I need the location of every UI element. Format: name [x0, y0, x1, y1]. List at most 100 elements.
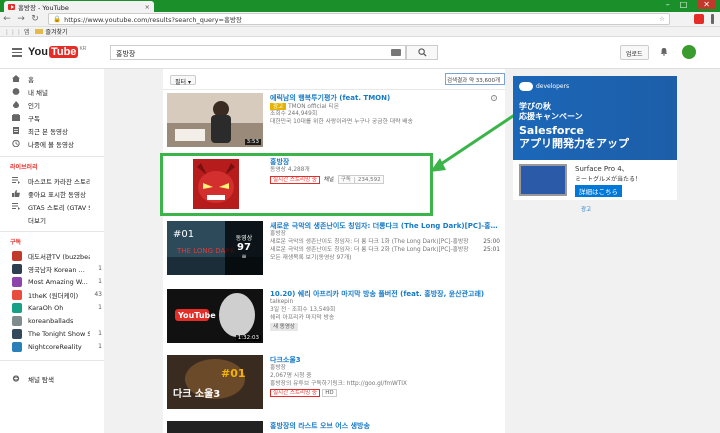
sidebar-item-my-channel[interactable]: 내 채널 — [12, 86, 102, 97]
channel-avatar — [12, 289, 22, 300]
video-meta: 다크소울3 홍방장 2,067명 시청 중 홍방장의 유투브 구독하기링크: h… — [270, 355, 500, 397]
sidebar-item-trending[interactable]: 인기 — [12, 99, 102, 110]
sidebar-subscription[interactable]: The Tonight Show Sta... 1 — [12, 328, 102, 339]
subscriptions-heading: 구독 — [10, 239, 22, 246]
sidebar-browse-channels[interactable]: 채널 탐색 — [12, 373, 102, 384]
url-input[interactable]: 🔒 https://www.youtube.com/results?search… — [48, 13, 670, 25]
results-divider — [163, 89, 505, 90]
bell-icon[interactable] — [660, 47, 668, 56]
sidebar-show-more[interactable]: 더보기 — [12, 214, 102, 225]
fire-icon — [13, 101, 19, 108]
sidebar-divider — [0, 231, 104, 232]
ad-info-icon[interactable]: i — [491, 95, 497, 101]
sidebar-item-home[interactable]: 홈 — [12, 73, 102, 84]
channel-name: The Tonight Show Sta... — [28, 329, 90, 338]
sidebar-item-label: 내 채널 — [28, 88, 49, 97]
video-thumbnail[interactable]: YouTube 1:32:03 — [167, 289, 263, 343]
chrome-menu-icon[interactable] — [711, 14, 714, 24]
search-input[interactable]: 홍방장 — [110, 45, 406, 60]
close-window-button[interactable]: ✕ — [697, 0, 716, 9]
browser-tab[interactable]: 홍방장 - YouTube × — [4, 1, 154, 12]
filter-button[interactable]: 필터 ▾ — [170, 75, 196, 86]
svg-text:다크 소울3: 다크 소울3 — [173, 387, 220, 400]
playlist-meta: 새로운 극악의 생존난이도 칭임자: 더롱다크 (The Long Dark)[… — [270, 221, 500, 262]
channel-name[interactable]: 홍방장 — [270, 364, 500, 372]
channel-name[interactable]: talkepin — [270, 298, 500, 306]
sidebar-divider — [0, 360, 104, 361]
video-duration: 1:32:03 — [235, 335, 261, 341]
sidebar-item-subscriptions[interactable]: 구독 — [12, 112, 102, 123]
maximize-button[interactable]: □ — [680, 0, 688, 9]
channel-line: 광고 TMON official 티몬 — [270, 102, 500, 110]
sidebar-advertisement[interactable]: developers 学びの秋 応援キャンペーン Salesforce アプリ開発力… — [513, 76, 677, 200]
result-item-video: 홍방장의 라스트 오브 어스 생방송 — [167, 421, 501, 433]
salesforce-logo-icon — [519, 82, 533, 91]
video-title[interactable]: 10.20) 쉐리 아프리카 마지막 방송 풀버전 (feat. 홍방장, 윤산… — [270, 289, 500, 298]
video-title[interactable]: 홍방장의 라스트 오브 어스 생방송 — [270, 421, 500, 430]
live-badge: 실시간 스트리밍 중 — [270, 389, 320, 397]
apps-shortcut[interactable]: ⋮⋮⋮ 앱 — [4, 27, 29, 36]
channel-name: 영국남자 Korean ... — [28, 265, 85, 274]
channel-name[interactable]: 홍방장 — [270, 230, 500, 238]
sidebar-subscription[interactable]: NightcoreReality 1 — [12, 341, 102, 352]
tab-close-icon[interactable]: × — [145, 3, 150, 11]
video-title[interactable]: 에릭남의 행복투기평가 (feat. TMON) — [270, 93, 500, 102]
account-avatar[interactable] — [682, 45, 696, 59]
back-arrow-icon[interactable]: ← — [0, 14, 14, 24]
sidebar-subscription[interactable]: 대도서관TV (buzzbea... — [12, 250, 102, 261]
bookmark-folder[interactable]: 즐겨찾기 — [45, 27, 67, 36]
ad-surface-subtitle: ミートグルメが当たる！ — [575, 176, 642, 183]
view-count: 3일 전 · 조회수 13,549회 — [270, 307, 336, 313]
subscriptions-icon — [12, 114, 20, 121]
bookmark-star-icon[interactable]: ☆ — [659, 15, 665, 23]
playlist-thumbnail[interactable]: #01 THE LONG DARK 동영상 97 ≡ — [167, 221, 263, 275]
ad-line: 学びの秋 — [519, 102, 551, 111]
channel-name: Most Amazing W... — [28, 277, 88, 286]
sidebar-item-liked[interactable]: 좋아요 표시한 동영상 — [12, 188, 102, 199]
browser-titlebar: 홍방장 - YouTube × – □ ✕ — [0, 0, 720, 12]
search-button[interactable] — [406, 45, 438, 60]
playlist-icon — [12, 203, 20, 210]
ad-details-button[interactable]: 詳細はこちら — [575, 185, 622, 197]
page-scrollbar[interactable] — [712, 69, 720, 433]
playlist-title[interactable]: 새로운 극악의 생존난이도 칭임자: 더롱다크 (The Long Dark)[… — [270, 221, 500, 230]
new-count: 1 — [98, 304, 102, 311]
keyboard-icon[interactable] — [391, 49, 401, 56]
reload-icon[interactable]: ↻ — [28, 14, 42, 24]
upload-button[interactable]: 업로드 — [620, 45, 649, 60]
ad-line: アプリ開発力をアップ — [519, 137, 629, 150]
new-count: 1 — [98, 330, 102, 337]
window-controls: – □ ✕ — [666, 0, 716, 9]
sidebar-subscription[interactable]: 1theK (원더케이) 43 — [12, 289, 102, 300]
new-video-badge: 새 동영상 — [270, 323, 298, 331]
extension-icons — [694, 14, 714, 24]
sidebar-item-watch-later[interactable]: 나중에 볼 동영상 — [12, 138, 102, 149]
logo-you: You — [28, 46, 48, 58]
svg-text:#01: #01 — [173, 229, 194, 240]
result-item-playlist: #01 THE LONG DARK 동영상 97 ≡ 새로운 극악의 생존난이도 … — [167, 221, 501, 279]
view-full-playlist[interactable]: 모든 재생목록 보기(동영상 97개) — [270, 254, 500, 262]
sidebar-item-playlist[interactable]: 마스코트 카라잔 스토리 — [12, 175, 102, 186]
channel-avatar — [12, 341, 22, 352]
video-title[interactable]: 다크소울3 — [270, 355, 500, 364]
ad-title: Salesforce アプリ開発力をアップ — [519, 124, 629, 150]
forward-arrow-icon[interactable]: → — [14, 14, 28, 24]
video-thumbnail[interactable]: #01 다크 소울3 — [167, 355, 263, 409]
youtube-logo[interactable]: You Tube KR — [28, 46, 86, 58]
sidebar-item-history[interactable]: 최근 본 동영상 — [12, 125, 102, 136]
channel-avatar — [12, 328, 22, 339]
video-thumbnail[interactable] — [167, 421, 263, 433]
sidebar-subscription[interactable]: KaraOh Oh 1 — [12, 302, 102, 313]
ad-line: Salesforce — [519, 124, 584, 137]
sidebar-subscription[interactable]: koreanballads — [12, 315, 102, 326]
minimize-button[interactable]: – — [666, 0, 670, 9]
sidebar-item-playlist[interactable]: GTA5 스토리 (GTAV St... — [12, 201, 102, 212]
extension-icon[interactable] — [694, 14, 704, 24]
sidebar-item-label: 최근 본 동영상 — [28, 127, 69, 136]
menu-icon[interactable] — [12, 48, 22, 59]
sidebar-subscription[interactable]: Most Amazing W... 1 — [12, 276, 102, 287]
sidebar-subscription[interactable]: 영국남자 Korean ... 1 — [12, 263, 102, 274]
user-icon — [12, 88, 20, 95]
video-thumbnail[interactable]: 3:53 — [167, 93, 263, 147]
hd-badge: HD — [322, 389, 337, 397]
